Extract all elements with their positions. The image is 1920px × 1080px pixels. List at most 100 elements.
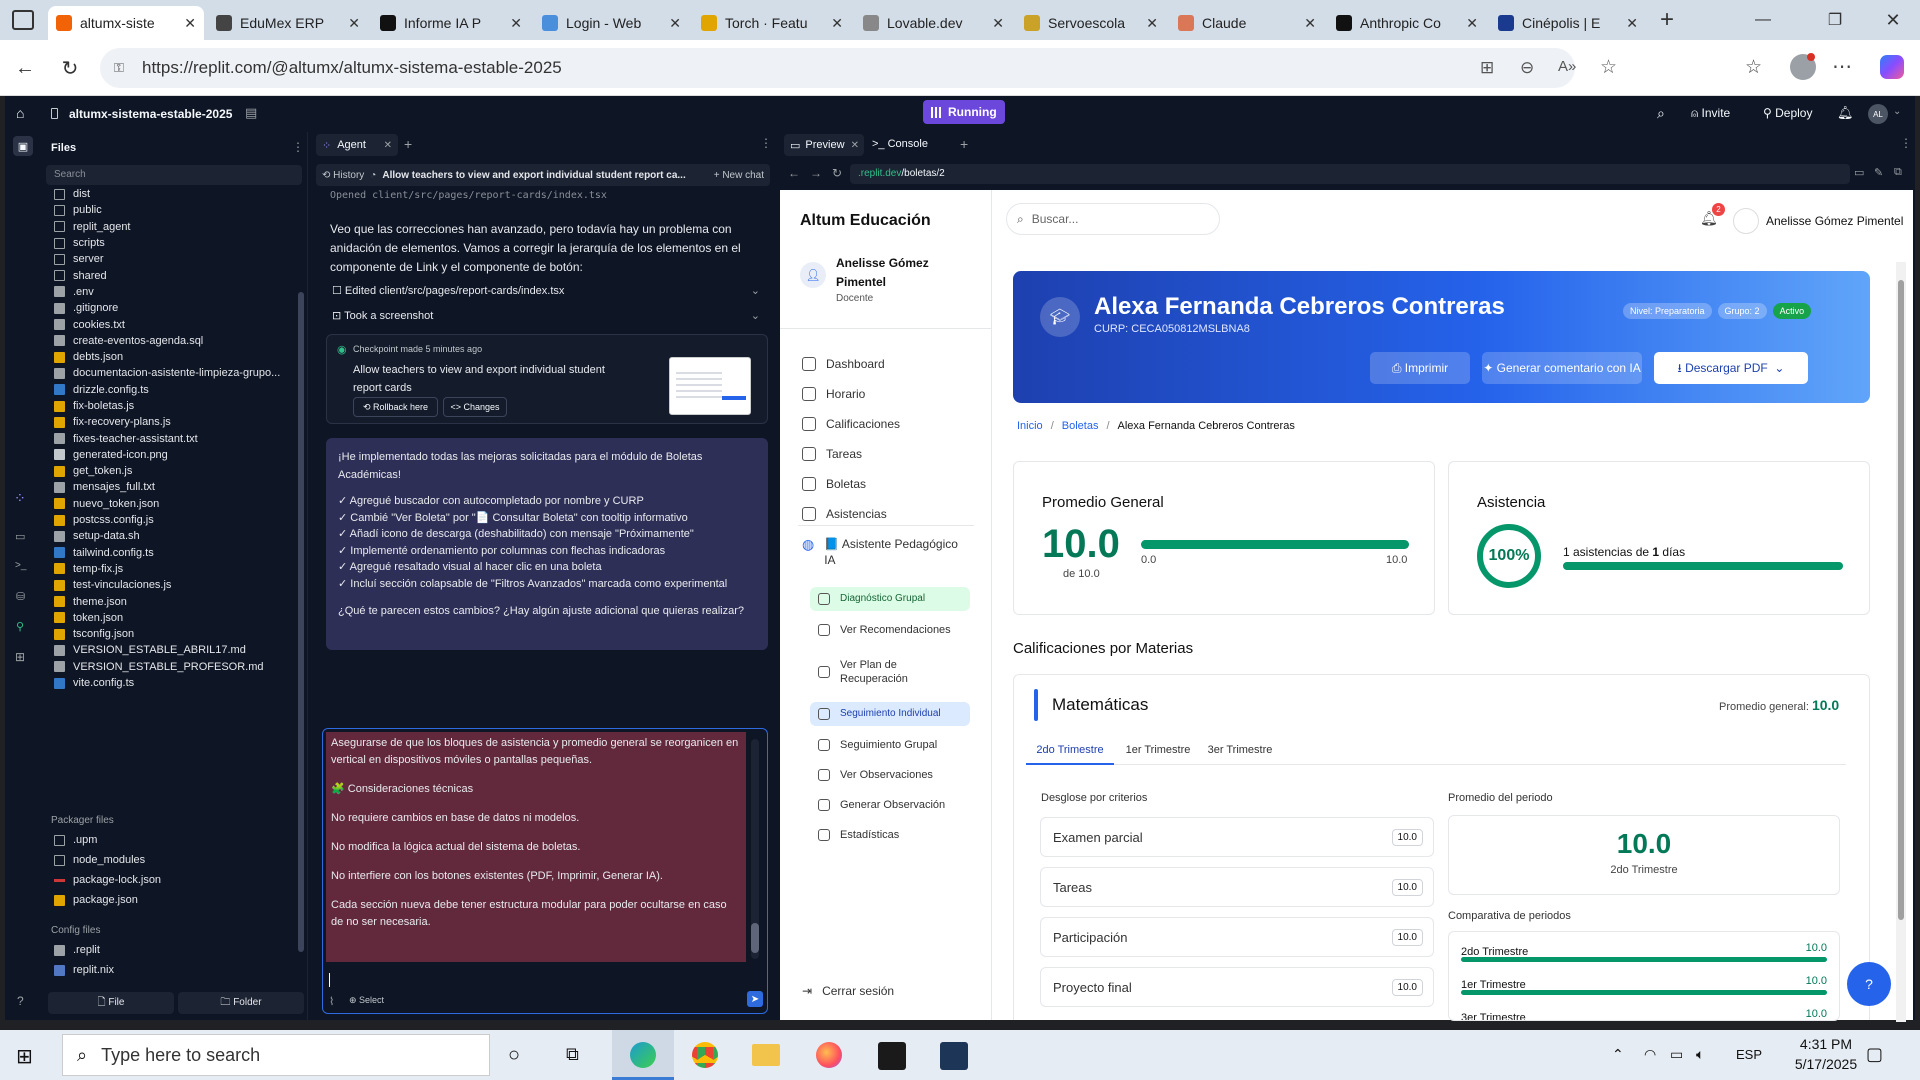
clock-date[interactable]: 5/17/2025 <box>1786 1056 1866 1072</box>
close-tab-icon[interactable]: ✕ <box>510 15 522 32</box>
deploy-button[interactable]: ⚲ Deploy <box>1763 106 1812 120</box>
send-button[interactable]: ➤ <box>747 991 763 1007</box>
assistant-item[interactable]: Ver Observaciones <box>810 763 970 787</box>
secrets-tool-icon[interactable]: ⚲ <box>16 620 24 633</box>
breadcrumb-home[interactable]: Inicio <box>1017 420 1043 432</box>
app-scrollbar[interactable] <box>1896 262 1906 1022</box>
reload-button[interactable]: ↻ <box>54 52 86 84</box>
browser-tab[interactable]: EduMex ERP ✕ <box>208 6 368 40</box>
firefox-icon[interactable] <box>816 1042 842 1068</box>
add-tab-icon[interactable]: + <box>960 136 968 152</box>
print-button[interactable]: ⎙ Imprimir <box>1370 352 1470 384</box>
preview-reload-icon[interactable]: ↻ <box>832 166 842 180</box>
notification-center-icon[interactable]: ▢ <box>1866 1044 1883 1065</box>
nav-item[interactable]: Calificaciones <box>802 417 900 431</box>
address-bar[interactable]: ⚿ https://replit.com/@altumx/altumx-sist… <box>100 48 1617 88</box>
tab-actions-icon[interactable] <box>12 10 34 30</box>
read-aloud-icon[interactable]: A» <box>1558 58 1576 75</box>
new-chat-button[interactable]: + New chat <box>714 170 764 181</box>
preview-tab[interactable]: ▭ Preview ✕ <box>784 134 864 156</box>
select-button[interactable]: ⊕ Select <box>349 995 384 1006</box>
edge-taskbar-icon[interactable] <box>612 1030 674 1080</box>
minimize-button[interactable]: — <box>1748 8 1778 32</box>
network-icon[interactable]: ◠ <box>1644 1046 1656 1063</box>
close-tab-icon[interactable]: ✕ <box>1304 15 1316 32</box>
invite-button[interactable]: ⍝ Invite <box>1691 106 1730 121</box>
file-item[interactable]: theme.json <box>40 593 298 609</box>
download-pdf-button[interactable]: ⭳ Descargar PDF ⌄ <box>1654 352 1808 384</box>
folder-item[interactable]: .upm <box>40 830 298 850</box>
preview-menu-icon[interactable]: ⋮ <box>1900 136 1912 150</box>
assistant-item[interactable]: Estadísticas <box>810 823 970 847</box>
file-item[interactable]: temp-fix.js <box>40 561 298 577</box>
browser-tab[interactable]: altumx-siste ✕ <box>48 6 204 40</box>
file-item[interactable]: nuevo_token.json <box>40 496 298 512</box>
close-tab-icon[interactable]: ✕ <box>831 15 843 32</box>
close-tab-icon[interactable]: ✕ <box>1626 15 1638 32</box>
nav-item[interactable]: Dashboard <box>802 357 885 371</box>
file-item[interactable]: .replit <box>40 940 298 960</box>
new-file-button[interactable]: 🗋 File <box>48 992 174 1014</box>
file-item[interactable]: cookies.txt <box>40 316 298 332</box>
browser-tab[interactable]: Claude ✕ <box>1170 6 1324 40</box>
tab-term-3[interactable]: 3er Trimestre <box>1200 737 1280 765</box>
files-tool-icon[interactable]: ▣ <box>13 136 33 156</box>
favorites-icon[interactable]: ☆ <box>1745 56 1762 79</box>
agent-tab[interactable]: ⁘ Agent ✕ <box>316 134 398 156</box>
clock-time[interactable]: 4:31 PM <box>1786 1036 1866 1052</box>
file-item[interactable]: fix-boletas.js <box>40 398 298 414</box>
game-app-icon[interactable] <box>878 1042 906 1070</box>
project-name[interactable]: altumx-sistema-estable-2025 <box>69 107 232 121</box>
scroll-thumb[interactable] <box>751 923 759 953</box>
new-folder-button[interactable]: 🗀 Folder <box>178 992 304 1014</box>
site-info-icon[interactable]: ⚿ <box>114 60 124 76</box>
favorite-star-icon[interactable]: ☆ <box>1600 56 1617 79</box>
pin-icon[interactable]: ✎ <box>1874 166 1883 179</box>
file-item[interactable]: VERSION_ESTABLE_ABRIL17.md <box>40 642 298 658</box>
input-scrollbar[interactable] <box>751 739 759 959</box>
assistant-item[interactable]: Generar Observación <box>810 793 970 817</box>
shell-tool-icon[interactable]: >_ <box>15 560 26 571</box>
file-explorer-icon[interactable] <box>752 1044 780 1066</box>
file-item[interactable]: token.json <box>40 610 298 626</box>
checkpoint-thumbnail[interactable] <box>669 357 751 415</box>
expand-chevron-icon[interactable]: ⌄ <box>751 307 760 326</box>
close-tab-icon[interactable]: ✕ <box>348 15 360 32</box>
file-item[interactable]: tailwind.config.ts <box>40 545 298 561</box>
close-tab-icon[interactable]: ✕ <box>1466 15 1478 32</box>
user-menu-chevron-icon[interactable]: ⌄ <box>1893 106 1901 117</box>
file-item[interactable]: tsconfig.json <box>40 626 298 642</box>
file-item[interactable]: fix-recovery-plans.js <box>40 414 298 430</box>
browser-tab[interactable]: Servoescola ✕ <box>1016 6 1166 40</box>
help-icon[interactable]: ? <box>17 994 24 1008</box>
close-tab-icon[interactable]: ✕ <box>1146 15 1158 32</box>
assistant-item[interactable]: Diagnóstico Grupal <box>810 587 970 611</box>
browser-tab[interactable]: Torch · Featu ✕ <box>693 6 851 40</box>
volume-icon[interactable]: 🔈︎ <box>1696 1046 1704 1063</box>
file-item[interactable]: drizzle.config.ts <box>40 382 298 398</box>
file-item[interactable]: package.json <box>40 890 298 910</box>
agent-menu-icon[interactable]: ⋮ <box>760 136 772 150</box>
assistant-item[interactable]: Seguimiento Grupal <box>810 733 970 757</box>
all-tools-icon[interactable]: ⊞ <box>15 650 25 664</box>
file-item[interactable]: vite.config.ts <box>40 675 298 691</box>
close-tab-icon[interactable]: ✕ <box>184 15 196 32</box>
app-search-input[interactable]: ⌕ Buscar... <box>1006 203 1220 235</box>
devtools-icon[interactable]: ▭ <box>1854 166 1864 179</box>
assistant-item[interactable]: Seguimiento Individual <box>810 702 970 726</box>
folder-item[interactable]: replit_agent <box>40 219 298 235</box>
zoom-icon[interactable]: ⊖ <box>1520 58 1534 78</box>
agent-tool-icon[interactable]: ⁘ <box>14 490 26 507</box>
console-tool-icon[interactable]: ▭ <box>15 530 25 543</box>
file-item[interactable]: VERSION_ESTABLE_PROFESOR.md <box>40 659 298 675</box>
windows-start-icon[interactable]: ⊞ <box>16 1044 33 1069</box>
file-item[interactable]: debts.json <box>40 349 298 365</box>
app-install-icon[interactable]: ⊞ <box>1480 58 1494 78</box>
nav-item[interactable]: Tareas <box>802 447 862 461</box>
notifications-bell-icon[interactable]: 🔔︎ <box>1837 105 1854 121</box>
open-new-tab-icon[interactable]: ⧉ <box>1894 166 1902 179</box>
taskbar-search[interactable]: ⌕ Type here to search <box>62 1034 490 1076</box>
file-item[interactable]: fixes-teacher-assistant.txt <box>40 430 298 446</box>
assistant-section[interactable]: ◍ 📘 Asistente Pedagógico IA <box>802 536 972 568</box>
folder-item[interactable]: node_modules <box>40 850 298 870</box>
